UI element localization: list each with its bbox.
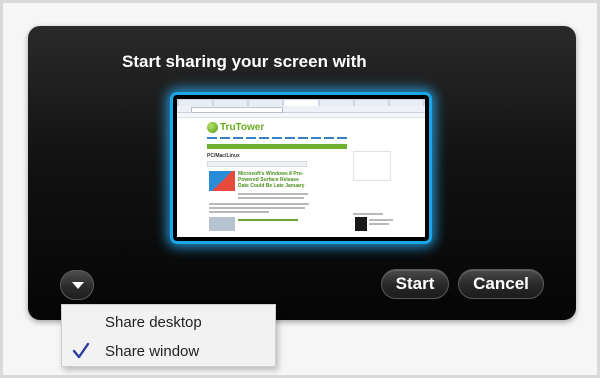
preview-article-image <box>209 217 235 231</box>
share-options-menu: Share desktop Share window <box>61 304 276 367</box>
window-preview-thumbnail[interactable]: TruTower PC/Mac/Linux Microsoft's Window… <box>170 92 432 244</box>
preview-article-title: Microsoft's Windows 8 Pro-Powered Surfac… <box>238 171 305 189</box>
preview-text-line <box>353 213 383 215</box>
preview-nav-bar <box>207 144 347 149</box>
preview-text-line <box>238 219 298 221</box>
preview-tab-strip <box>177 99 425 106</box>
preview-bookmarks-bar <box>177 113 425 118</box>
preview-text-line <box>369 223 389 225</box>
globe-icon <box>207 122 218 133</box>
preview-text-line <box>209 203 309 205</box>
chevron-down-icon <box>72 282 84 289</box>
menu-item-label: Share window <box>105 343 200 360</box>
menu-item-share-desktop[interactable]: Share desktop <box>62 308 275 337</box>
preview-site-logo: TruTower <box>207 122 264 133</box>
preview-site-name: TruTower <box>220 122 265 133</box>
preview-article-image <box>209 171 235 191</box>
preview-browser: TruTower PC/Mac/Linux Microsoft's Window… <box>177 99 425 237</box>
menu-item-share-window[interactable]: Share window <box>62 337 275 366</box>
checkmark-icon <box>72 342 90 359</box>
share-options-toggle[interactable] <box>60 270 94 300</box>
preview-text-line <box>209 211 269 213</box>
preview-text-line <box>209 207 305 209</box>
preview-top-links <box>207 137 347 139</box>
preview-text-line <box>238 197 304 199</box>
start-button[interactable]: Start <box>381 269 449 299</box>
preview-sidebar-box <box>353 151 391 181</box>
dialog-title: Start sharing your screen with <box>122 52 367 71</box>
preview-address-bar <box>177 106 425 113</box>
cancel-button[interactable]: Cancel <box>458 269 544 299</box>
preview-sidebar-thumbnail <box>355 217 367 231</box>
menu-item-label: Share desktop <box>105 314 202 331</box>
preview-text-line <box>369 219 393 221</box>
preview-section-heading: PC/Mac/Linux <box>207 153 240 159</box>
preview-notice-box <box>207 161 307 167</box>
preview-text-line <box>238 193 308 195</box>
preview-web-page: TruTower PC/Mac/Linux Microsoft's Window… <box>203 119 395 237</box>
